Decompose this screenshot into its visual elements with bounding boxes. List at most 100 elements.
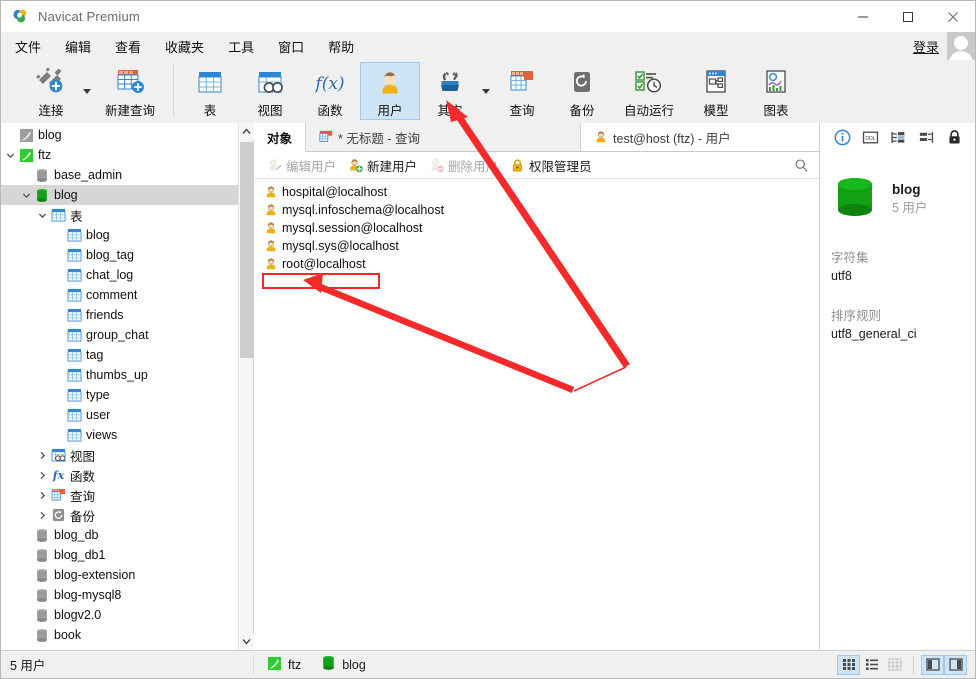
object-tree[interactable]: blog ftz base_admin blog 表 blog blog_tag chat_l… [1, 123, 239, 650]
query-button[interactable]: 查询 [492, 62, 552, 120]
tree-node-thumbs_up[interactable]: thumbs_up [1, 365, 239, 385]
tab-objects[interactable]: 对象 [254, 123, 307, 152]
chevron-right-icon[interactable] [35, 465, 49, 485]
tree-node-chat_log[interactable]: chat_log [1, 265, 239, 285]
tree-node-blog[interactable]: blog [1, 185, 239, 205]
info-panel: DDL blog 5 用户 字符集 utf8 排序规则 utf8_general… [819, 123, 975, 650]
login-link[interactable]: 登录 [913, 37, 939, 56]
maximize-button[interactable] [885, 1, 930, 32]
tables-button[interactable]: 表 [180, 62, 240, 120]
detail-view-button[interactable] [883, 655, 906, 675]
tree-node-views[interactable]: views [1, 425, 239, 445]
connection-button[interactable]: 连接 [21, 62, 81, 120]
tree-node-base_admin[interactable]: base_admin [1, 165, 239, 185]
edit-user-button[interactable]: 编辑用户 [261, 154, 342, 177]
status-connection-label: ftz [288, 657, 302, 672]
status-bar: 5 用户 ftz blog [1, 650, 975, 678]
grid-view-button[interactable] [837, 654, 860, 675]
scroll-down-arrow[interactable] [239, 633, 254, 650]
search-icon[interactable] [794, 158, 809, 173]
tree-node-blog[interactable]: blog [1, 125, 239, 145]
chevron-right-icon[interactable] [35, 485, 49, 505]
automation-label: 自动运行 [623, 104, 674, 118]
tree-node-tag[interactable]: tag [1, 345, 239, 365]
tree-node-blog_db1[interactable]: blog_db1 [1, 545, 239, 565]
tree-node-comment[interactable]: comment [1, 285, 239, 305]
tab-users[interactable]: test@host (ftz) - 用户 [581, 123, 819, 151]
minimize-button[interactable] [840, 1, 885, 32]
model-button[interactable]: 模型 [686, 62, 746, 120]
tree-node-blog_db[interactable]: blog_db [1, 525, 239, 545]
chevron-down-icon[interactable] [3, 145, 17, 165]
user-icon [375, 66, 405, 99]
navicat-window: Navicat Premium 文件 编辑 查看 收藏夹 工具 窗口 帮助 登录 [0, 0, 976, 679]
privilege-manager-button[interactable]: 权限管理员 [504, 154, 598, 177]
tree-node-[interactable]: fx 函数 [1, 465, 239, 485]
tree-node-blog-mysql8[interactable]: blog-mysql8 [1, 585, 239, 605]
user-list-item[interactable]: mysql.sys@localhost [254, 237, 819, 255]
user-avatar-icon[interactable] [947, 32, 975, 60]
chevron-right-icon[interactable] [35, 445, 49, 465]
tree-node-[interactable]: 备份 [1, 505, 239, 525]
tree-node-book[interactable]: book [1, 625, 239, 645]
backup-button[interactable]: 备份 [552, 62, 612, 120]
tree-node-ftz[interactable]: ftz [1, 145, 239, 165]
others-dropdown-caret[interactable] [480, 62, 492, 120]
tree-node-blog_tag[interactable]: blog_tag [1, 245, 239, 265]
scroll-up-arrow[interactable] [239, 123, 254, 140]
tree-node-blogv2.0[interactable]: blogv2.0 [1, 605, 239, 625]
user-list-item[interactable]: mysql.session@localhost [254, 219, 819, 237]
info-db-title-block: blog 5 用户 [892, 182, 927, 217]
menu-view[interactable]: 查看 [105, 34, 151, 59]
ddl-icon[interactable]: DDL [861, 129, 879, 147]
left-pane-toggle[interactable] [921, 654, 944, 675]
user-list-item[interactable]: hospital@localhost [254, 183, 819, 201]
tree-scrollbar[interactable] [238, 123, 254, 650]
others-button[interactable]: 其它 [420, 62, 480, 120]
tree-node-blog[interactable]: blog [1, 225, 239, 245]
chart-button[interactable]: 图表 [746, 62, 806, 120]
user-list-item[interactable]: mysql.infoschema@localhost [254, 201, 819, 219]
chevron-down-icon[interactable] [19, 185, 33, 205]
lock-icon[interactable] [945, 129, 963, 147]
tree-node-blog-extension[interactable]: blog-extension [1, 565, 239, 585]
chevron-right-icon[interactable] [35, 505, 49, 525]
menu-tools[interactable]: 工具 [218, 34, 264, 59]
tree-node-group_chat[interactable]: group_chat [1, 325, 239, 345]
user-list-item[interactable]: root@localhost [254, 255, 819, 273]
close-button[interactable] [930, 1, 975, 32]
tree-node-[interactable]: 查询 [1, 485, 239, 505]
user-list[interactable]: hospital@localhost mysql.infoschema@local… [254, 179, 819, 650]
menu-window[interactable]: 窗口 [268, 34, 314, 59]
model-icon [701, 65, 731, 99]
menu-edit[interactable]: 编辑 [55, 34, 101, 59]
tree-node-friends[interactable]: friends [1, 305, 239, 325]
right-pane-toggle[interactable] [944, 654, 967, 675]
tree-node-[interactable]: 视图 [1, 445, 239, 465]
object-tree-icon[interactable] [889, 129, 907, 147]
new-user-button[interactable]: 新建用户 [342, 154, 423, 177]
chevron-down-icon[interactable] [35, 205, 49, 225]
tab-untitled-query-label: * 无标题 - 查询 [338, 131, 420, 146]
scroll-thumb[interactable] [240, 142, 253, 358]
list-view-button[interactable] [860, 655, 883, 675]
views-button[interactable]: 视图 [240, 62, 300, 120]
menu-help[interactable]: 帮助 [318, 34, 364, 59]
info-circle-icon[interactable] [833, 129, 851, 147]
delete-user-button[interactable]: 删除用户 [423, 154, 504, 177]
tree-node-user[interactable]: user [1, 405, 239, 425]
menu-file[interactable]: 文件 [5, 34, 51, 59]
table-icon [195, 65, 225, 99]
functions-button[interactable]: f(x) 函数 [300, 62, 360, 120]
structure-icon[interactable] [917, 129, 935, 147]
tree-node-[interactable]: 表 [1, 205, 239, 225]
automation-button[interactable]: 自动运行 [612, 62, 686, 120]
connection-dropdown-caret[interactable] [81, 62, 93, 120]
tab-untitled-query[interactable]: * 无标题 - 查询 [306, 123, 582, 151]
users-button[interactable]: 用户 [360, 62, 420, 120]
new-query-button[interactable]: 新建查询 [93, 62, 167, 120]
menu-favorites[interactable]: 收藏夹 [155, 34, 214, 59]
table-icon [65, 245, 83, 265]
tree-node-type[interactable]: type [1, 385, 239, 405]
